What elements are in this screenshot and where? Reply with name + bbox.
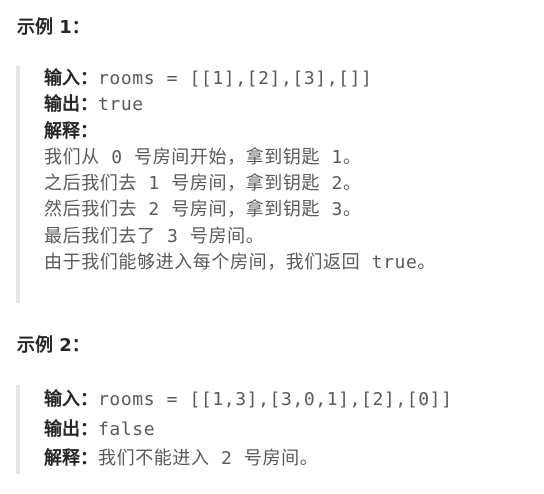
input-line: 输入：rooms = [[1],[2],[3],[]] xyxy=(44,66,544,92)
example-1-block: 输入：rooms = [[1],[2],[3],[]] 输出：true 解释： … xyxy=(16,66,544,303)
output-line: 输出：true xyxy=(44,92,544,118)
example-1-title: 示例 1： xyxy=(17,17,90,38)
explanation-line: 之后我们去 1 号房间，拿到钥匙 2。 xyxy=(44,173,362,195)
output-line: 输出：false xyxy=(44,415,544,445)
explanation-line: 解释：我们不能进入 2 号房间。 xyxy=(44,444,544,474)
output-label: 输出： xyxy=(44,418,98,440)
explanation-line: 然后我们去 2 号房间，拿到钥匙 3。 xyxy=(44,199,362,221)
explanation-text: 我们不能进入 2 号房间。 xyxy=(98,448,319,469)
output-label: 输出： xyxy=(44,94,98,116)
input-label: 输入： xyxy=(44,389,98,410)
explanation-label-line: 解释： xyxy=(44,119,544,145)
explanation-line: 我们从 0 号房间开始，拿到钥匙 1。 xyxy=(44,146,362,168)
explanation-line: 由于我们能够进入每个房间，我们返回 true。 xyxy=(44,252,436,274)
example-2-block: 输入：rooms = [[1,3],[3,0,1],[2],[0]] 输出：fa… xyxy=(16,385,544,474)
input-label: 输入： xyxy=(44,68,98,89)
input-line: 输入：rooms = [[1,3],[3,0,1],[2],[0]] xyxy=(44,385,544,415)
explanation-label: 解释： xyxy=(44,120,98,142)
explanation-label: 解释： xyxy=(44,448,98,469)
output-value: true xyxy=(98,94,144,116)
input-value: rooms = [[1,3],[3,0,1],[2],[0]] xyxy=(98,389,453,410)
input-value: rooms = [[1],[2],[3],[]] xyxy=(98,68,373,89)
explanation-line: 最后我们去了 3 号房间。 xyxy=(44,225,265,247)
output-value: false xyxy=(98,418,156,440)
example-2-title: 示例 2： xyxy=(17,335,90,356)
